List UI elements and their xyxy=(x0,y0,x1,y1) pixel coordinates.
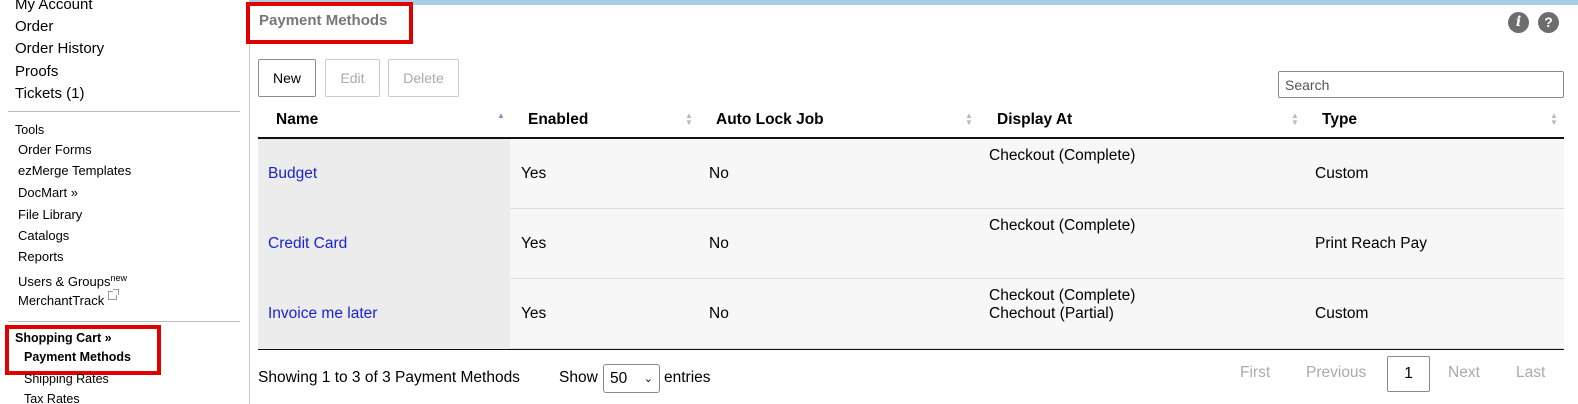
sidebar-item-label: Users & Groups xyxy=(18,274,111,289)
row-enabled: Yes xyxy=(521,235,547,252)
column-header-name[interactable]: Name xyxy=(276,103,318,137)
sidebar-shopping-cart-heading[interactable]: Shopping Cart » xyxy=(15,331,112,345)
sidebar-item-label: MerchantTrack xyxy=(18,293,105,308)
sidebar-divider xyxy=(8,111,240,112)
pagination-first[interactable]: First xyxy=(1240,364,1270,382)
row-name-link[interactable]: Credit Card xyxy=(268,235,347,253)
row-type: Custom xyxy=(1315,305,1369,322)
show-label: Show xyxy=(559,369,598,386)
table-info: Showing 1 to 3 of 3 Payment Methods xyxy=(258,369,520,386)
new-button[interactable]: New xyxy=(258,59,316,97)
row-display-at: Checkout (Complete) xyxy=(989,287,1136,304)
sidebar-tools-heading: Tools xyxy=(15,123,45,137)
sidebar: My Account Order Order History Proofs Ti… xyxy=(0,0,250,404)
chevron-down-icon: ⌄ xyxy=(643,373,653,385)
table-bottom-rule xyxy=(258,349,1564,350)
top-accent-bar xyxy=(250,0,1578,5)
sort-icon[interactable]: ▲ ▼ xyxy=(1550,112,1558,127)
entries-label: entries xyxy=(664,369,711,386)
column-header-auto-lock-job[interactable]: Auto Lock Job xyxy=(716,103,824,137)
info-icon[interactable]: i xyxy=(1508,12,1529,33)
sidebar-item-proofs[interactable]: Proofs xyxy=(15,63,58,81)
table-row: Invoice me later Yes No Checkout (Comple… xyxy=(258,279,1564,349)
page-title: Payment Methods xyxy=(259,12,388,29)
table-row: Budget Yes No Checkout (Complete) Custom xyxy=(258,139,1564,209)
table-header: Name ▲ Enabled ▲ ▼ Auto Lock Job ▲ ▼ Displ… xyxy=(258,103,1564,139)
row-display-at: Checkout (Complete) xyxy=(989,217,1136,234)
new-badge: new xyxy=(110,273,127,283)
sidebar-item-tax-rates[interactable]: Tax Rates xyxy=(24,392,80,404)
column-header-type[interactable]: Type xyxy=(1322,103,1357,137)
pagination-next[interactable]: Next xyxy=(1448,364,1480,382)
sidebar-item-file-library[interactable]: File Library xyxy=(18,207,82,223)
sort-icon[interactable]: ▲ ▼ xyxy=(965,112,973,127)
external-link-icon xyxy=(108,289,120,300)
row-display-at: Checkout (Complete) xyxy=(989,147,1136,164)
sidebar-item-merchanttrack[interactable]: MerchantTrack xyxy=(18,289,120,309)
sidebar-item-catalogs[interactable]: Catalogs xyxy=(18,228,69,244)
sidebar-item-shipping-rates[interactable]: Shipping Rates xyxy=(24,372,109,386)
row-type: Print Reach Pay xyxy=(1315,235,1427,252)
table-row: Credit Card Yes No Checkout (Complete) P… xyxy=(258,209,1564,279)
row-type: Custom xyxy=(1315,165,1369,182)
payment-methods-table: Name ▲ Enabled ▲ ▼ Auto Lock Job ▲ ▼ Displ… xyxy=(258,103,1564,350)
delete-button[interactable]: Delete xyxy=(388,59,459,97)
sort-asc-icon[interactable]: ▲ xyxy=(497,112,505,120)
row-enabled: Yes xyxy=(521,305,547,322)
sidebar-item-users-groups[interactable]: Users & Groupsnew xyxy=(18,270,127,290)
pagination-current-page[interactable]: 1 xyxy=(1387,356,1430,392)
help-icon[interactable]: ? xyxy=(1538,12,1559,33)
sidebar-item-order-forms[interactable]: Order Forms xyxy=(18,142,92,158)
sidebar-item-tickets[interactable]: Tickets (1) xyxy=(15,85,84,103)
column-header-display-at[interactable]: Display At xyxy=(997,103,1072,137)
row-name-link[interactable]: Budget xyxy=(268,165,317,183)
sidebar-divider xyxy=(8,321,240,322)
row-display-at: Chechout (Partial) xyxy=(989,305,1114,322)
search-input[interactable] xyxy=(1278,71,1564,98)
row-auto-lock: No xyxy=(709,235,729,252)
sidebar-item-ezmerge-templates[interactable]: ezMerge Templates xyxy=(18,163,131,179)
sidebar-item-payment-methods[interactable]: Payment Methods xyxy=(24,350,131,364)
sidebar-item-order[interactable]: Order xyxy=(15,18,53,36)
sidebar-item-my-account[interactable]: My Account xyxy=(15,0,93,14)
pagination-previous[interactable]: Previous xyxy=(1306,364,1366,382)
row-auto-lock: No xyxy=(709,165,729,182)
sort-icon[interactable]: ▲ ▼ xyxy=(1291,112,1299,127)
entries-select-value: 50 xyxy=(610,370,628,387)
sidebar-item-order-history[interactable]: Order History xyxy=(15,40,104,58)
entries-select[interactable]: 50 ⌄ xyxy=(603,364,660,393)
sort-icon[interactable]: ▲ ▼ xyxy=(685,112,693,127)
column-header-enabled[interactable]: Enabled xyxy=(528,103,588,137)
edit-button[interactable]: Edit xyxy=(325,59,380,97)
row-name-link[interactable]: Invoice me later xyxy=(268,305,377,323)
row-auto-lock: No xyxy=(709,305,729,322)
sidebar-item-docmart[interactable]: DocMart » xyxy=(18,185,78,201)
row-enabled: Yes xyxy=(521,165,547,182)
pagination-last[interactable]: Last xyxy=(1516,364,1545,382)
sidebar-item-reports[interactable]: Reports xyxy=(18,249,64,265)
